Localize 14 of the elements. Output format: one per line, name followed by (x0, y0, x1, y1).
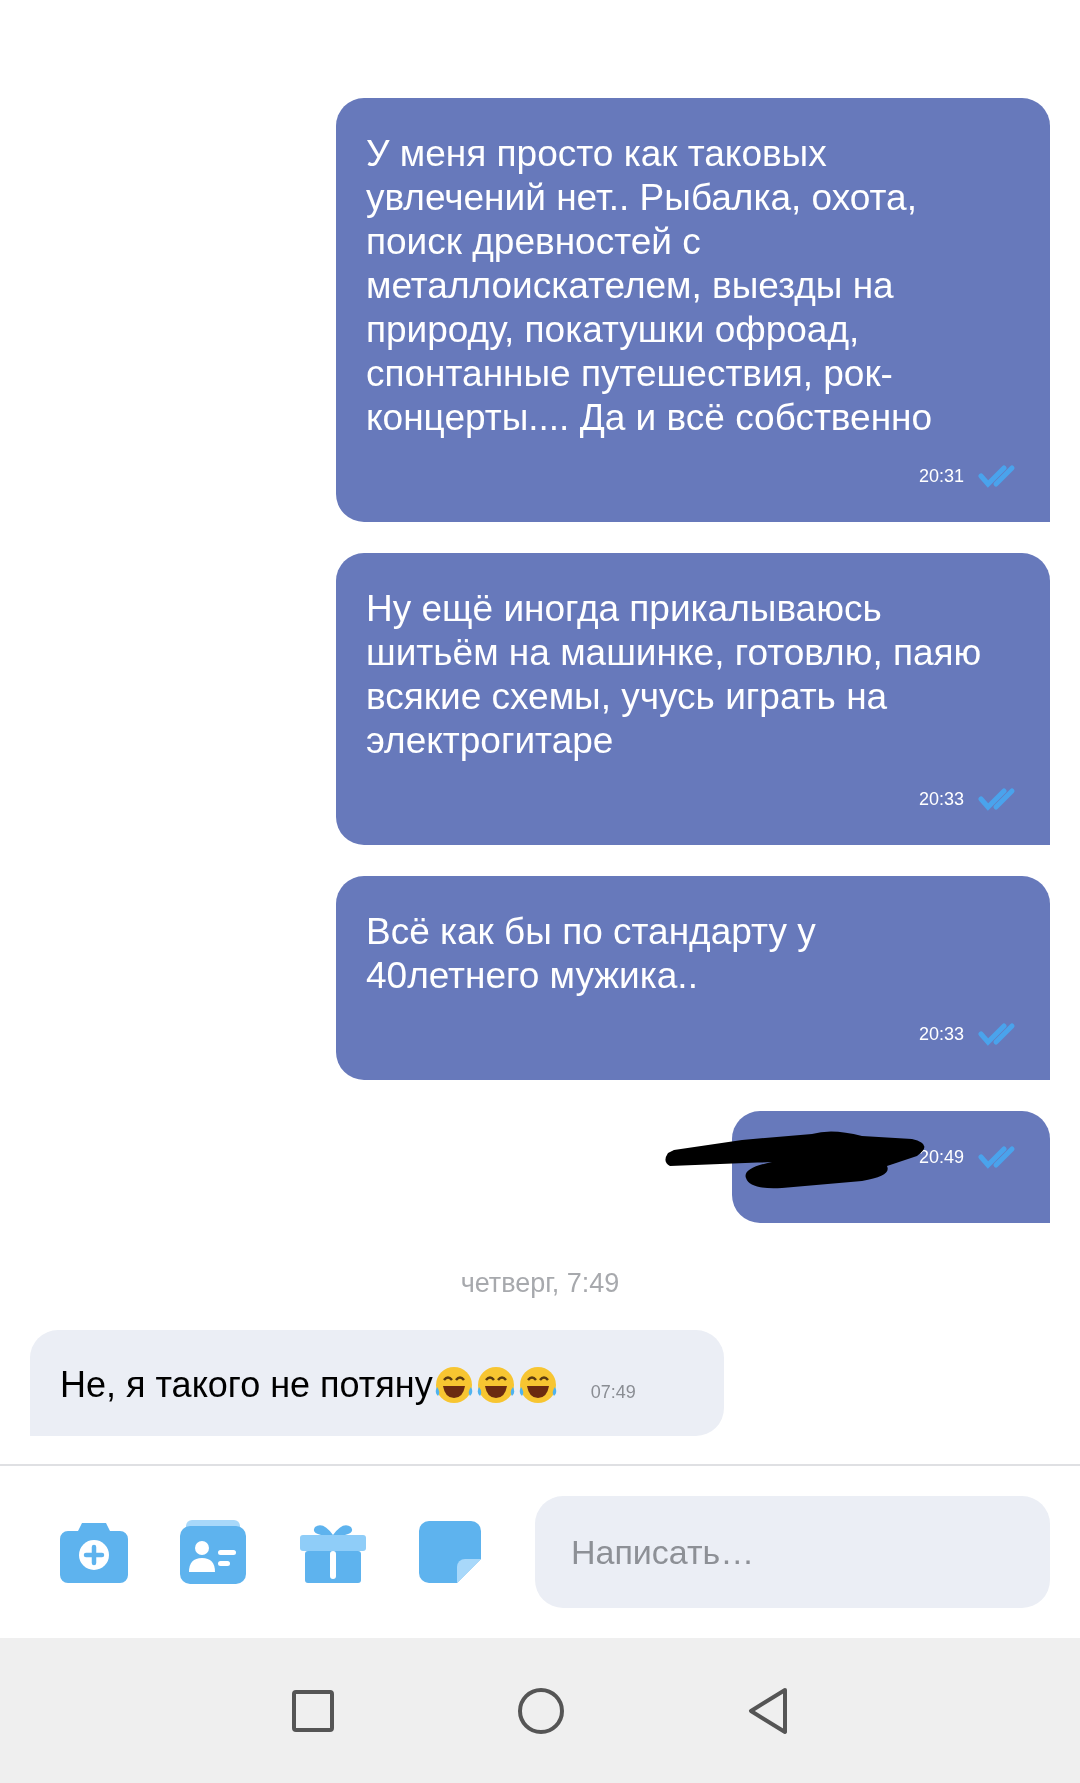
back-icon[interactable] (747, 1685, 790, 1736)
message-text: Ну ещё иногда прикалываюсь шитьём на машинке, готовлю, паяю всякие схемы, учусь играть на электрогитаре (366, 587, 983, 763)
message-text: Всё как бы по стандарту у 40летнего мужика.. (366, 910, 817, 998)
home-icon[interactable] (516, 1685, 566, 1736)
message-input[interactable]: Написать… (535, 1496, 1050, 1608)
date-label: четверг, 7:49 (460, 1268, 620, 1299)
message-text: Не, я такого не потяну (60, 1364, 559, 1406)
message-time: 20:31 (918, 465, 964, 487)
message-time: 07:49 (590, 1381, 636, 1403)
message-time: 20:33 (918, 1023, 964, 1045)
message-text: У меня просто как таковых увлечений нет.. Рыбалка, охота, поиск древностей с металлоискателем, выезды на природу, покатушки офроад, спонтанные путешествия, рок-концерты.... Да и всё собственно (366, 132, 934, 440)
recent-apps-icon[interactable] (290, 1688, 335, 1733)
message-time: 20:33 (918, 788, 964, 810)
message-time: 20:49 (918, 1146, 964, 1168)
